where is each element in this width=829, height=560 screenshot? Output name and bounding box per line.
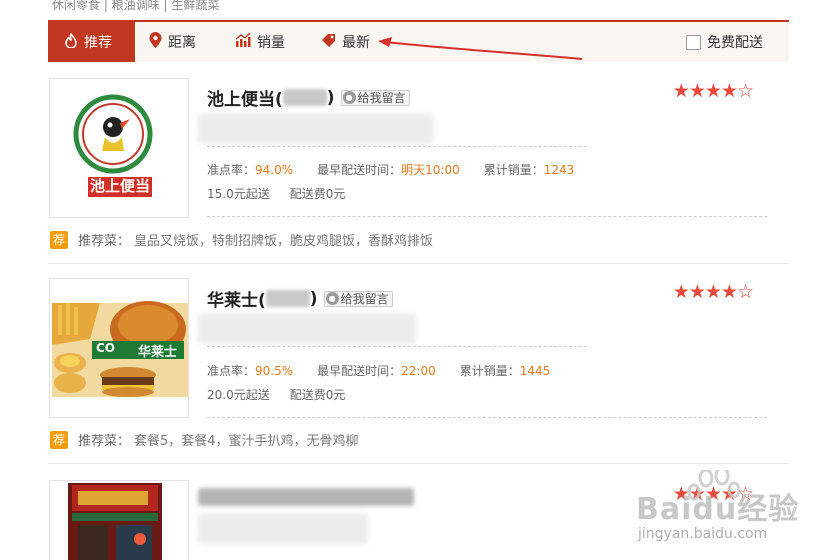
shop-card[interactable]: 华莱士 CO 华莱士( ) ● 给我留言 准点率：90.5% 最早配送时间：22…: [48, 278, 789, 464]
shop-name-row: 华莱士( ) ● 给我留言: [207, 286, 393, 311]
rating-stars: ★★★★☆: [672, 80, 754, 102]
star-filled-icon: ★: [688, 80, 706, 102]
shop-name-row: 池上便当( ) ● 给我留言: [207, 85, 410, 110]
on-time-label: 准点率：: [207, 163, 256, 177]
shop-stats: 准点率：94.0% 最早配送时间：明天10:00 累计销量：1243: [207, 161, 598, 178]
sort-distance-label: 距离: [168, 35, 196, 51]
earliest-delivery-value: 22:00: [401, 364, 436, 378]
shop-fees: 20.0元起送 配送费0元: [207, 386, 365, 403]
star-filled-icon: ★: [720, 80, 738, 102]
shop-logo[interactable]: 池上便当: [49, 78, 189, 218]
logo-latin-text: CO: [96, 341, 116, 355]
sort-sales-tab[interactable]: 销量: [235, 22, 285, 62]
blurred-address: [198, 514, 368, 544]
recommend-title: 推荐菜：: [78, 234, 131, 249]
price-tag-icon: [321, 33, 336, 52]
sort-newest-label: 最新: [342, 35, 370, 51]
free-delivery-label: 免费配送: [707, 35, 763, 51]
recommend-items: 皇品叉烧饭，特制招牌饭，脆皮鸡腿饭，香酥鸡排饭: [134, 234, 434, 249]
star-empty-icon: ☆: [736, 281, 754, 303]
sort-newest-tab[interactable]: 最新: [321, 22, 370, 62]
star-empty-icon: ☆: [736, 80, 754, 102]
blurred-address: [198, 314, 416, 344]
shop-name[interactable]: 池上便当(: [207, 85, 283, 110]
recommended-dishes: 荐 推荐菜： 套餐5，套餐4，蜜汁手扒鸡，无骨鸡柳: [50, 430, 359, 449]
dashed-divider: [207, 346, 587, 347]
earliest-delivery-label: 最早配送时间：: [317, 364, 402, 378]
recommend-badge: 荐: [50, 230, 68, 249]
shop-name-suffix: ): [309, 288, 318, 309]
total-sales-value: 1243: [543, 163, 575, 177]
recommended-dishes: 荐 推荐菜： 皇品叉烧饭，特制招牌饭，脆皮鸡腿饭，香酥鸡排饭: [50, 230, 433, 249]
star-filled-icon: ★: [704, 80, 722, 102]
star-filled-icon: ★: [704, 281, 722, 303]
delivery-fee: 配送费0元: [289, 187, 346, 201]
watermark-url: jingyan.baidu.com: [638, 526, 768, 542]
on-time-value: 90.5%: [255, 364, 294, 378]
free-delivery-checkbox[interactable]: [686, 34, 701, 50]
free-delivery-filter[interactable]: 免费配送: [686, 22, 763, 62]
min-order: 20.0元起送: [207, 388, 270, 402]
location-pin-icon: [149, 32, 162, 52]
on-time-value: 94.0%: [255, 163, 294, 177]
star-filled-icon: ★: [672, 80, 690, 102]
annotation-arrow: [378, 37, 583, 60]
shop-stats: 准点率：90.5% 最早配送时间：22:00 累计销量：1445: [207, 362, 574, 379]
blurred-address: [198, 114, 433, 144]
min-order: 15.0元起送: [207, 187, 270, 201]
baidu-watermark: Baidu经验 jingyan.baidu.com: [636, 470, 826, 560]
blurred-shop-name: [198, 488, 414, 506]
star-filled-icon: ★: [672, 281, 690, 303]
earliest-delivery-label: 最早配送时间：: [317, 163, 402, 177]
watermark-brand: Baidu经验: [636, 492, 800, 527]
leave-message-button[interactable]: ● 给我留言: [340, 89, 410, 106]
sort-recommend-tab[interactable]: 推荐: [48, 22, 135, 62]
trend-chart-icon: [235, 32, 251, 51]
earliest-delivery-value: 明天10:00: [401, 163, 460, 177]
blurred-branch: [265, 290, 310, 307]
shop-logo[interactable]: [49, 480, 189, 560]
dashed-divider: [207, 146, 587, 147]
recommend-title: 推荐菜：: [78, 434, 131, 449]
total-sales-value: 1445: [519, 364, 551, 378]
recommend-items: 套餐5，套餐4，蜜汁手扒鸡，无骨鸡柳: [134, 434, 359, 449]
shop-logo-text: 华莱士: [138, 345, 178, 360]
blurred-branch: [282, 89, 327, 106]
shop-logo[interactable]: 华莱士 CO: [49, 278, 189, 418]
delivery-fee: 配送费0元: [289, 388, 346, 402]
breadcrumb: 休闲零食 | 粮油调味 | 生鲜蔬菜: [52, 0, 220, 12]
leave-message-label: 给我留言: [357, 91, 406, 105]
sort-recommend-label: 推荐: [84, 35, 112, 51]
message-tag-icon: ●: [325, 292, 339, 305]
sort-sales-label: 销量: [257, 35, 285, 51]
flame-icon: [64, 32, 78, 52]
card-divider: [48, 463, 789, 464]
leave-message-button[interactable]: ● 给我留言: [323, 290, 393, 307]
total-sales-label: 累计销量：: [459, 364, 520, 378]
shop-logo-text: 池上便当: [89, 177, 150, 195]
rating-stars: ★★★★☆: [672, 281, 754, 303]
leave-message-label: 给我留言: [340, 292, 389, 306]
total-sales-label: 累计销量：: [483, 163, 544, 177]
sort-distance-tab[interactable]: 距离: [149, 22, 196, 62]
dashed-divider: [207, 417, 767, 418]
star-filled-icon: ★: [720, 281, 738, 303]
shop-name-suffix: ): [326, 87, 335, 108]
recommend-badge: 荐: [50, 430, 68, 449]
message-tag-icon: ●: [342, 91, 356, 104]
dashed-divider: [207, 216, 767, 217]
card-divider: [48, 263, 789, 264]
star-filled-icon: ★: [688, 281, 706, 303]
shop-card[interactable]: 池上便当 池上便当( ) ● 给我留言 准点率：94.0% 最早配送时间：明天1…: [48, 78, 789, 264]
shop-name[interactable]: 华莱士(: [207, 286, 266, 311]
on-time-label: 准点率：: [207, 364, 256, 378]
shop-fees: 15.0元起送 配送费0元: [207, 185, 365, 202]
